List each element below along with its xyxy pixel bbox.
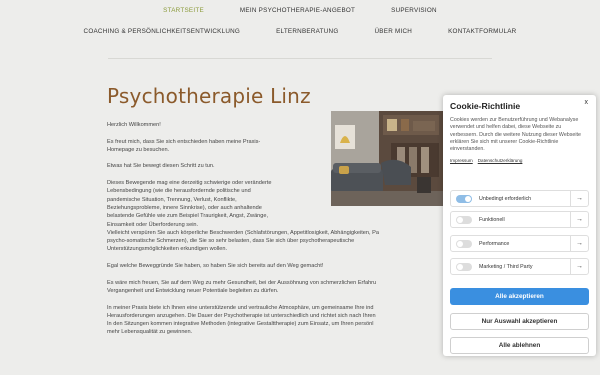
main-navigation: STARTSEITE MEIN PSYCHOTHERAPIE-ANGEBOT S… <box>0 0 600 62</box>
option-label: Funktionell <box>479 216 505 223</box>
nav-item-psychotherapie-angebot[interactable]: MEIN PSYCHOTHERAPIE-ANGEBOT <box>240 7 355 14</box>
impressum-link[interactable]: Impressum <box>450 158 473 163</box>
arrow-right-icon[interactable]: → <box>570 259 588 274</box>
performance-toggle[interactable] <box>456 239 472 248</box>
nav-item-startseite[interactable]: STARTSEITE <box>163 7 204 14</box>
nav-divider <box>108 58 492 59</box>
accompany-paragraph: Es wäre mich freuen, Sie auf dem Weg zu … <box>107 279 377 294</box>
practice-paragraph: In meiner Praxis biete ich Ihnen eine un… <box>107 304 376 336</box>
functional-toggle[interactable] <box>456 215 472 224</box>
arrow-right-icon[interactable]: → <box>570 212 588 227</box>
arrow-right-icon[interactable]: → <box>570 236 588 251</box>
cookie-option-marketing[interactable]: Marketing / Third Party → <box>450 258 589 275</box>
cookie-dialog-title: Cookie-Richtlinie <box>450 101 521 111</box>
option-label: Unbedingt erforderlich <box>479 195 532 202</box>
cookie-option-functional[interactable]: Funktionell → <box>450 211 589 228</box>
cookie-consent-dialog: Cookie-Richtlinie x Cookies werden zur B… <box>443 95 596 356</box>
nav-row-secondary: COACHING & PERSÖNLICHKEITSENTWICKLUNG EL… <box>0 28 600 35</box>
cookie-description: Cookies werden zur Benutzerführung und W… <box>450 117 581 153</box>
necessary-toggle[interactable] <box>456 194 472 203</box>
cookie-links: Impressum Datenschutzerklärung <box>450 158 589 163</box>
nav-item-supervision[interactable]: SUPERVISION <box>391 7 437 14</box>
cookie-option-performance[interactable]: Performance → <box>450 235 589 252</box>
close-icon[interactable]: x <box>585 99 589 106</box>
option-label: Marketing / Third Party <box>479 263 533 270</box>
accept-all-button[interactable]: Alle akzeptieren <box>450 288 589 305</box>
marketing-toggle[interactable] <box>456 262 472 271</box>
cookie-option-necessary[interactable]: Unbedingt erforderlich → <box>450 190 589 207</box>
arrow-right-icon[interactable]: → <box>570 191 588 206</box>
nav-item-coaching[interactable]: COACHING & PERSÖNLICHKEITSENTWICKLUNG <box>84 28 241 35</box>
datenschutz-link[interactable]: Datenschutzerklärung <box>478 158 523 163</box>
nav-item-kontaktformular[interactable]: KONTAKTFORMULAR <box>448 28 516 35</box>
motivation-paragraph: Egal welche Beweggründe Sie haben, so ha… <box>107 263 324 270</box>
option-label: Performance <box>479 240 510 247</box>
nav-item-ueber-mich[interactable]: ÜBER MICH <box>375 28 413 35</box>
nav-item-elternberatung[interactable]: ELTERNBERATUNG <box>276 28 338 35</box>
nav-row-primary: STARTSEITE MEIN PSYCHOTHERAPIE-ANGEBOT S… <box>0 7 600 14</box>
page-title: Psychotherapie Linz <box>107 84 311 108</box>
reject-all-button[interactable]: Alle ablehnen <box>450 337 589 354</box>
accept-selection-button[interactable]: Nur Auswahl akzeptieren <box>450 313 589 330</box>
practice-room-photo <box>331 111 443 206</box>
